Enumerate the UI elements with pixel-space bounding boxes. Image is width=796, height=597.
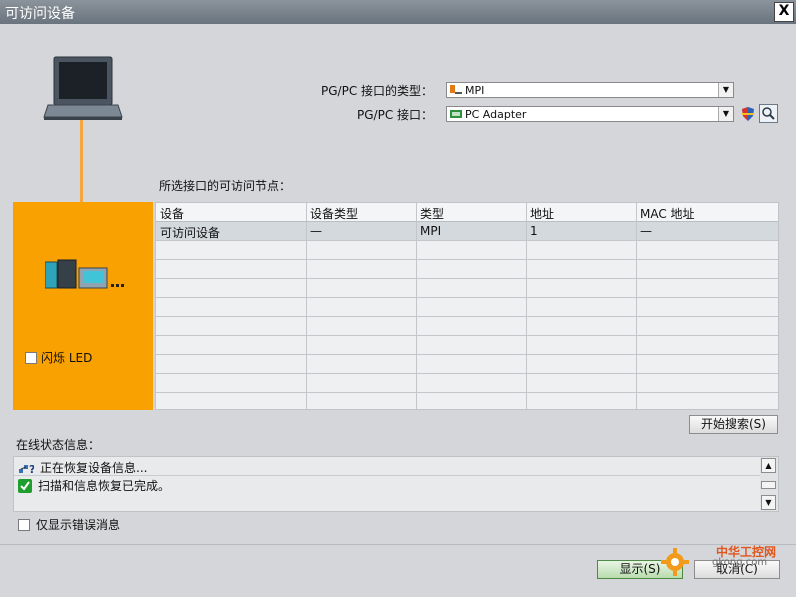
cell-type: MPI — [420, 224, 442, 238]
flash-led-checkbox[interactable] — [25, 351, 37, 364]
chevron-down-icon[interactable]: ▼ — [718, 83, 733, 97]
row-divider — [156, 354, 778, 355]
row-divider — [156, 392, 778, 393]
interface-value: PC Adapter — [465, 108, 527, 121]
gear-icon — [661, 548, 689, 576]
pc-adapter-icon — [450, 110, 462, 118]
col-header-device[interactable]: 设备 — [160, 205, 184, 222]
scroll-down-button[interactable]: ▼ — [761, 495, 776, 510]
cell-device-type: — — [310, 224, 322, 238]
list-item: ? 正在恢复设备信息... — [18, 459, 147, 476]
column-divider — [306, 203, 307, 409]
interface-label: PG/PC 接口： — [357, 108, 434, 122]
errors-only-checkbox[interactable] — [18, 518, 30, 531]
errors-only-label: 仅显示错误消息 — [36, 518, 121, 532]
col-header-device-type[interactable]: 设备类型 — [310, 205, 358, 222]
row-divider — [156, 297, 778, 298]
col-header-type[interactable]: 类型 — [420, 205, 444, 222]
col-header-mac[interactable]: MAC 地址 — [640, 205, 695, 222]
dialog-body: 闪烁 LED PG/PC 接口的类型： MPI ▼ PG/PC 接口： PC A… — [0, 0, 796, 593]
svg-text:?: ? — [29, 463, 34, 475]
online-status-label: 在线状态信息： — [16, 438, 101, 452]
status-message-text: 正在恢复设备信息... — [40, 461, 148, 475]
green-check-icon — [18, 478, 32, 493]
row-divider — [156, 335, 778, 336]
flash-led-label: 闪烁 LED — [41, 351, 93, 365]
row-divider — [156, 316, 778, 317]
row-divider — [156, 240, 778, 241]
scroll-thumb[interactable] — [761, 481, 776, 489]
interface-select[interactable]: PC Adapter ▼ — [446, 106, 734, 122]
watermark-domain: gkong.com — [712, 557, 768, 568]
message-divider — [14, 475, 762, 476]
mpi-icon — [450, 85, 462, 94]
flash-led-row: 闪烁 LED — [25, 349, 92, 366]
pg-laptop-icon — [43, 56, 123, 120]
table-header: 设备 设备类型 类型 地址 MAC 地址 — [156, 203, 778, 222]
row-divider — [156, 373, 778, 374]
column-divider — [416, 203, 417, 409]
errors-only-row: 仅显示错误消息 — [18, 516, 120, 533]
status-message-list: ? 正在恢复设备信息... 扫描和信息恢复已完成。 ▲ ▼ — [13, 456, 779, 512]
table-row[interactable] — [156, 222, 778, 240]
row-divider — [156, 259, 778, 260]
device-panel: 闪烁 LED — [13, 202, 153, 410]
column-divider — [636, 203, 637, 409]
shield-properties-icon[interactable] — [740, 106, 756, 122]
interface-type-select[interactable]: MPI ▼ — [446, 82, 734, 98]
cell-address: 1 — [530, 224, 538, 238]
message-scrollbar[interactable]: ▲ ▼ — [760, 457, 778, 511]
col-header-address[interactable]: 地址 — [530, 205, 554, 222]
column-divider — [526, 203, 527, 409]
diagnostics-button[interactable] — [759, 104, 778, 123]
row-divider — [156, 278, 778, 279]
cell-mac: — — [640, 224, 652, 238]
magnifier-icon — [762, 107, 775, 120]
nodes-section-label: 所选接口的可访问节点： — [159, 179, 292, 193]
list-item: 扫描和信息恢复已完成。 — [18, 477, 170, 494]
watermark-logo: 中华工控网 gkong.com — [660, 543, 780, 583]
cell-device: 可访问设备 — [160, 226, 221, 240]
start-search-button[interactable]: 开始搜索(S) — [689, 415, 778, 434]
plc-devices-icon — [45, 259, 124, 289]
interface-type-value: MPI — [465, 84, 485, 97]
scroll-up-button[interactable]: ▲ — [761, 458, 776, 473]
status-message-text: 扫描和信息恢复已完成。 — [38, 479, 171, 493]
network-query-icon: ? — [19, 463, 34, 475]
interface-type-label: PG/PC 接口的类型： — [321, 84, 434, 98]
chevron-down-icon[interactable]: ▼ — [718, 107, 733, 121]
nodes-table: 设备 设备类型 类型 地址 MAC 地址 可访问设备 — MPI 1 — — [155, 202, 779, 410]
